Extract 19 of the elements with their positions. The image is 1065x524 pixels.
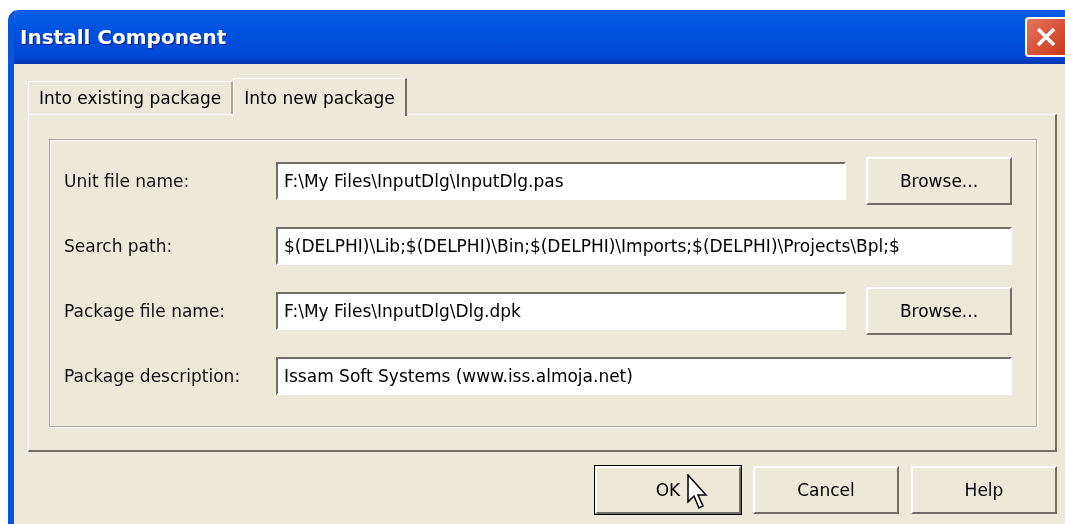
dialog-button[interactable]: Cancel xyxy=(753,466,899,514)
close-button[interactable] xyxy=(1025,17,1065,57)
text-field[interactable]: F:\My Files\InputDlg\InputDlg.pas xyxy=(276,162,846,200)
tab[interactable]: Into existing package xyxy=(28,81,234,114)
text-field[interactable]: Issam Soft Systems (www.iss.almoja.net) xyxy=(276,357,1012,395)
cursor-icon xyxy=(687,474,709,510)
dialog-button[interactable]: Help xyxy=(911,466,1057,514)
text-field[interactable]: F:\My Files\InputDlg\Dlg.dpk xyxy=(276,292,846,330)
text-field[interactable]: $(DELPHI)\Lib;$(DELPHI)\Bin;$(DELPHI)\Imports;$(DELPHI)\Projects\Bpl;$ xyxy=(276,227,1012,265)
window-title: Install Component xyxy=(20,25,227,49)
field-label: Package file name: xyxy=(64,301,227,321)
tab[interactable]: Into new package xyxy=(233,78,407,116)
field-label: Search path: xyxy=(64,236,174,256)
dialog-button[interactable]: OK xyxy=(595,466,741,514)
close-icon xyxy=(1035,26,1057,48)
browse-button[interactable]: Browse... xyxy=(866,287,1012,335)
field-label: Package description: xyxy=(64,366,242,386)
field-label: Unit file name: xyxy=(64,171,191,191)
browse-button[interactable]: Browse... xyxy=(866,157,1012,205)
